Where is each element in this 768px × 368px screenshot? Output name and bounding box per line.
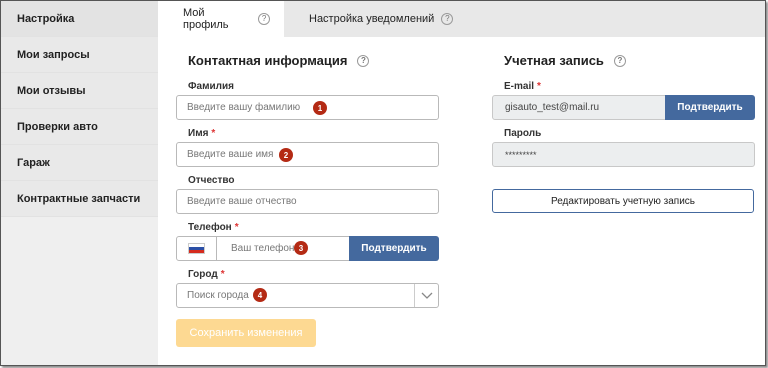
profile-settings-window: Настройка Мои запросы Мои отзывы Проверк… bbox=[0, 0, 766, 366]
sidebar-item-my-requests[interactable]: Мои запросы bbox=[1, 37, 158, 73]
sidebar-item-label: Гараж bbox=[17, 156, 50, 169]
section-title-text: Контактная информация bbox=[188, 53, 348, 68]
sidebar-item-my-reviews[interactable]: Мои отзывы bbox=[1, 73, 158, 109]
help-icon[interactable]: ? bbox=[357, 54, 370, 67]
surname-label: Фамилия bbox=[188, 81, 234, 92]
sidebar-item-contract-parts[interactable]: Контрактные запчасти bbox=[1, 181, 158, 217]
help-icon[interactable]: ? bbox=[441, 13, 454, 25]
russia-flag-icon bbox=[188, 243, 205, 254]
sidebar-item-garage[interactable]: Гараж bbox=[1, 145, 158, 181]
email-value: gisauto_test@mail.ru bbox=[505, 102, 600, 113]
tab-label: Мой профиль bbox=[183, 7, 229, 31]
patronymic-placeholder: Введите ваше отчество bbox=[187, 196, 297, 207]
sidebar-item-label: Контрактные запчасти bbox=[17, 192, 141, 205]
help-icon[interactable]: ? bbox=[258, 13, 270, 25]
annotation-badge-3: 3 bbox=[294, 241, 308, 255]
password-label: Пароль bbox=[504, 128, 542, 139]
phone-label-text: Телефон bbox=[188, 222, 232, 233]
country-code-selector[interactable] bbox=[176, 236, 217, 261]
email-confirm-button[interactable]: Подтвердить bbox=[665, 95, 755, 120]
annotation-badge-1: 1 bbox=[313, 101, 327, 115]
patronymic-field[interactable]: Введите ваше отчество bbox=[176, 189, 439, 214]
required-marker: * bbox=[220, 269, 225, 280]
tab-label: Настройка уведомлений bbox=[309, 13, 435, 25]
password-value: ********* bbox=[505, 149, 537, 160]
required-marker: * bbox=[537, 81, 541, 92]
contact-section-title: Контактная информация ? bbox=[188, 53, 370, 68]
name-label: Имя * bbox=[188, 128, 215, 139]
surname-placeholder: Введите вашу фамилию bbox=[187, 102, 301, 113]
name-label-text: Имя bbox=[188, 128, 209, 139]
name-placeholder: Введите ваше имя bbox=[187, 149, 274, 160]
surname-field[interactable]: Введите вашу фамилию bbox=[176, 95, 439, 120]
sidebar-item-label: Настройка bbox=[17, 12, 75, 25]
sidebar-item-label: Мои отзывы bbox=[17, 84, 86, 97]
phone-confirm-button[interactable]: Подтвердить bbox=[349, 236, 439, 261]
tab-bar: Мой профиль ? Настройка уведомлений ? bbox=[158, 1, 765, 37]
city-select[interactable]: Поиск города bbox=[176, 283, 439, 308]
account-section-title: Учетная запись ? bbox=[504, 53, 626, 68]
section-title-text: Учетная запись bbox=[504, 53, 604, 68]
patronymic-label: Отчество bbox=[188, 175, 235, 186]
city-label-text: Город bbox=[188, 269, 218, 280]
sidebar-item-label: Мои запросы bbox=[17, 48, 90, 61]
city-placeholder: Поиск города bbox=[187, 290, 249, 301]
email-label-text: E-mail bbox=[504, 81, 535, 92]
sidebar-item-settings[interactable]: Настройка bbox=[1, 1, 158, 37]
tab-notification-settings[interactable]: Настройка уведомлений ? bbox=[284, 1, 467, 37]
email-field[interactable]: gisauto_test@mail.ru bbox=[492, 95, 666, 120]
sidebar-item-car-checks[interactable]: Проверки авто bbox=[1, 109, 158, 145]
help-icon[interactable]: ? bbox=[613, 54, 626, 67]
tab-my-profile[interactable]: Мой профиль ? bbox=[158, 1, 284, 37]
required-marker: * bbox=[234, 222, 239, 233]
required-marker: * bbox=[211, 128, 216, 139]
email-label: E-mail * bbox=[504, 81, 541, 92]
phone-label: Телефон * bbox=[188, 222, 239, 233]
annotation-badge-4: 4 bbox=[253, 288, 267, 302]
sidebar: Настройка Мои запросы Мои отзывы Проверк… bbox=[1, 1, 158, 365]
phone-field[interactable]: Ваш телефон bbox=[216, 236, 350, 261]
edit-account-button[interactable]: Редактировать учетную запись bbox=[492, 189, 754, 213]
name-field[interactable]: Введите ваше имя bbox=[176, 142, 439, 167]
phone-placeholder: Ваш телефон bbox=[231, 243, 295, 254]
city-label: Город * bbox=[188, 269, 225, 280]
password-field[interactable]: ********* bbox=[492, 142, 755, 167]
save-changes-button[interactable]: Сохранить изменения bbox=[176, 319, 316, 347]
annotation-badge-2: 2 bbox=[279, 148, 293, 162]
chevron-down-icon[interactable] bbox=[414, 284, 438, 307]
sidebar-item-label: Проверки авто bbox=[17, 120, 98, 133]
